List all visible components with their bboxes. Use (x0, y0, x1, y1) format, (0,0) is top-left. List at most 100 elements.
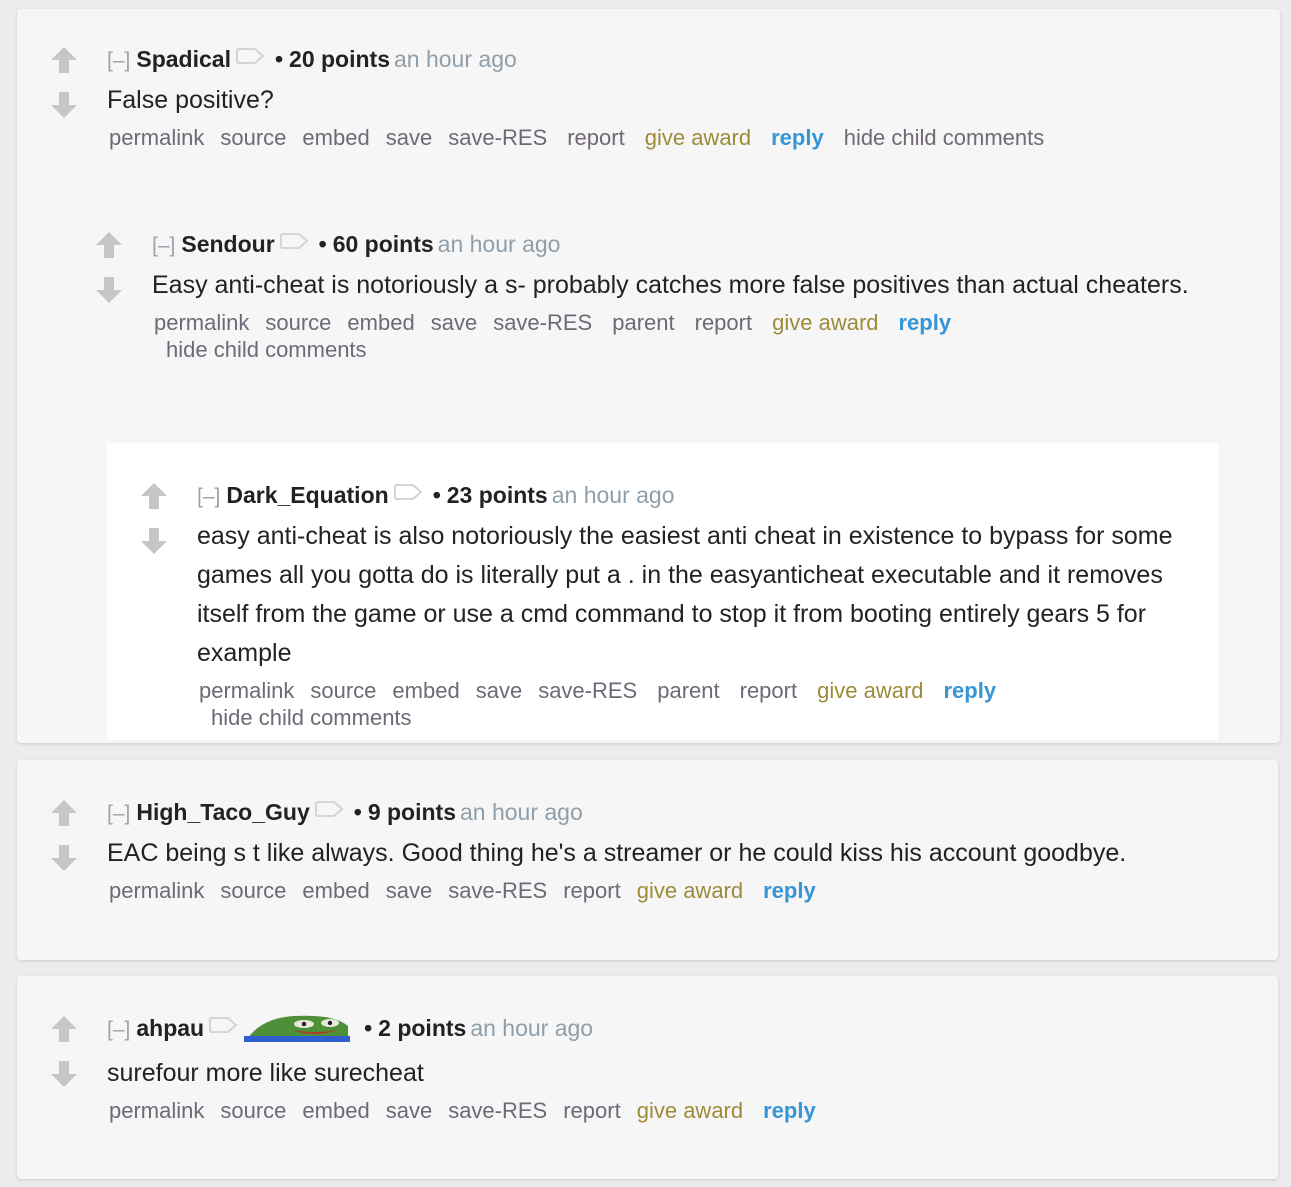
author-link[interactable]: Dark_Equation (226, 482, 388, 508)
save-link[interactable]: save (386, 1098, 432, 1123)
source-link[interactable]: source (310, 678, 376, 703)
user-tag-icon[interactable] (235, 47, 265, 65)
comment-entry: [–] Sendour • 60 points an hour ago Easy ant… (152, 228, 1192, 363)
reply-link[interactable]: reply (763, 878, 816, 903)
separator-dot: • (364, 1015, 373, 1041)
user-tag-icon[interactable] (314, 800, 344, 818)
source-link[interactable]: source (220, 125, 286, 150)
embed-link[interactable]: embed (302, 125, 369, 150)
collapse-toggle[interactable]: [–] (107, 1018, 130, 1041)
comment-tagline: [–] Sendour • 60 points an hour ago (152, 228, 1192, 260)
permalink-link[interactable]: permalink (109, 1098, 204, 1123)
comment-entry: [–] High_Taco_Guy • 9 points an hour ago EAC… (107, 796, 1267, 904)
give-award-link[interactable]: give award (637, 878, 743, 903)
hide-child-comments-link[interactable]: hide child comments (211, 704, 1181, 731)
embed-link[interactable]: embed (302, 878, 369, 903)
reply-link[interactable]: reply (771, 125, 824, 150)
separator-dot: • (432, 482, 441, 508)
comment-body: Easy anti-cheat is notoriously a s- prob… (152, 271, 1189, 299)
upvote-arrow-icon[interactable] (139, 481, 169, 511)
author-link[interactable]: Spadical (136, 46, 231, 72)
collapse-toggle[interactable]: [–] (197, 485, 220, 508)
comment-tagline: [–] ahpau • 2 points an hour ago (107, 1012, 1267, 1044)
report-link[interactable]: report (563, 1098, 620, 1123)
collapse-toggle[interactable]: [–] (152, 234, 175, 257)
permalink-link[interactable]: permalink (154, 310, 249, 335)
report-link[interactable]: report (695, 310, 752, 335)
source-link[interactable]: source (220, 1098, 286, 1123)
embed-link[interactable]: embed (302, 1098, 369, 1123)
comment-thread-panel: [–] High_Taco_Guy • 9 points an hour ago EAC… (17, 760, 1278, 960)
timestamp: an hour ago (551, 482, 675, 508)
downvote-arrow-icon[interactable] (94, 275, 124, 305)
save-link[interactable]: save (386, 878, 432, 903)
comment-entry: [–] Spadical • 20 points an hour ago False p… (107, 43, 1247, 151)
give-award-link[interactable]: give award (772, 310, 878, 335)
timestamp: an hour ago (437, 231, 561, 257)
upvote-arrow-icon[interactable] (49, 1014, 79, 1044)
reply-link[interactable]: reply (899, 310, 952, 335)
reply-link[interactable]: reply (763, 1098, 816, 1123)
comment-entry: [–] ahpau • 2 points an hour ago surefour m… (107, 1012, 1267, 1124)
hide-child-comments-link[interactable]: hide child comments (166, 336, 1176, 363)
save-res-link[interactable]: save-RES (448, 878, 547, 903)
author-link[interactable]: Sendour (181, 231, 274, 257)
comment-thread-panel: [–] Spadical • 20 points an hour ago False p… (17, 9, 1280, 743)
separator-dot: • (274, 46, 284, 72)
user-tag-icon[interactable] (393, 483, 423, 501)
comment-actions: permalink source embed save save-RES parent re… (199, 677, 1197, 731)
permalink-link[interactable]: permalink (109, 125, 204, 150)
save-res-link[interactable]: save-RES (538, 678, 637, 703)
score: 9 points (367, 799, 456, 825)
give-award-link[interactable]: give award (637, 1098, 743, 1123)
upvote-arrow-icon[interactable] (94, 230, 124, 260)
upvote-arrow-icon[interactable] (49, 45, 79, 75)
downvote-arrow-icon[interactable] (139, 526, 169, 556)
reply-link[interactable]: reply (944, 678, 997, 703)
comment-entry: [–] Dark_Equation • 23 points an hour ago ea… (197, 479, 1197, 731)
downvote-arrow-icon[interactable] (49, 90, 79, 120)
embed-link[interactable]: embed (347, 310, 414, 335)
save-link[interactable]: save (386, 125, 432, 150)
downvote-arrow-icon[interactable] (49, 843, 79, 873)
author-link[interactable]: ahpau (136, 1015, 204, 1041)
comment-body: easy anti-cheat is also notoriously the … (197, 522, 1173, 667)
upvote-arrow-icon[interactable] (49, 798, 79, 828)
score: 60 points (332, 231, 434, 257)
save-link[interactable]: save (476, 678, 522, 703)
permalink-link[interactable]: permalink (109, 878, 204, 903)
pepe-flair-icon (244, 1015, 351, 1042)
report-link[interactable]: report (563, 878, 620, 903)
report-link[interactable]: report (567, 125, 624, 150)
source-link[interactable]: source (220, 878, 286, 903)
save-link[interactable]: save (431, 310, 477, 335)
collapse-toggle[interactable]: [–] (107, 802, 130, 825)
comment-body: surefour more like surecheat (107, 1059, 424, 1087)
report-link[interactable]: report (740, 678, 797, 703)
collapse-toggle[interactable]: [–] (107, 49, 130, 72)
parent-link[interactable]: parent (657, 678, 719, 703)
author-link[interactable]: High_Taco_Guy (136, 799, 309, 825)
give-award-link[interactable]: give award (645, 125, 751, 150)
user-tag-icon[interactable] (208, 1016, 238, 1034)
save-res-link[interactable]: save-RES (448, 125, 547, 150)
embed-link[interactable]: embed (392, 678, 459, 703)
comment-tagline: [–] Spadical • 20 points an hour ago (107, 43, 1247, 75)
score: 2 points (378, 1015, 467, 1041)
give-award-link[interactable]: give award (817, 678, 923, 703)
timestamp: an hour ago (394, 46, 517, 72)
save-res-link[interactable]: save-RES (493, 310, 592, 335)
separator-dot: • (318, 231, 327, 257)
parent-link[interactable]: parent (612, 310, 674, 335)
comment-actions: permalink source embed save save-RES parent re… (154, 309, 1192, 363)
downvote-arrow-icon[interactable] (49, 1059, 79, 1089)
comment-body: False positive? (107, 86, 274, 114)
timestamp: an hour ago (470, 1015, 594, 1041)
permalink-link[interactable]: permalink (199, 678, 294, 703)
hide-child-comments-link[interactable]: hide child comments (844, 125, 1045, 150)
source-link[interactable]: source (265, 310, 331, 335)
comment-body: EAC being s t like always. Good thing he… (107, 839, 1127, 867)
user-tag-icon[interactable] (279, 232, 309, 250)
comment-tagline: [–] High_Taco_Guy • 9 points an hour ago (107, 796, 1267, 828)
save-res-link[interactable]: save-RES (448, 1098, 547, 1123)
